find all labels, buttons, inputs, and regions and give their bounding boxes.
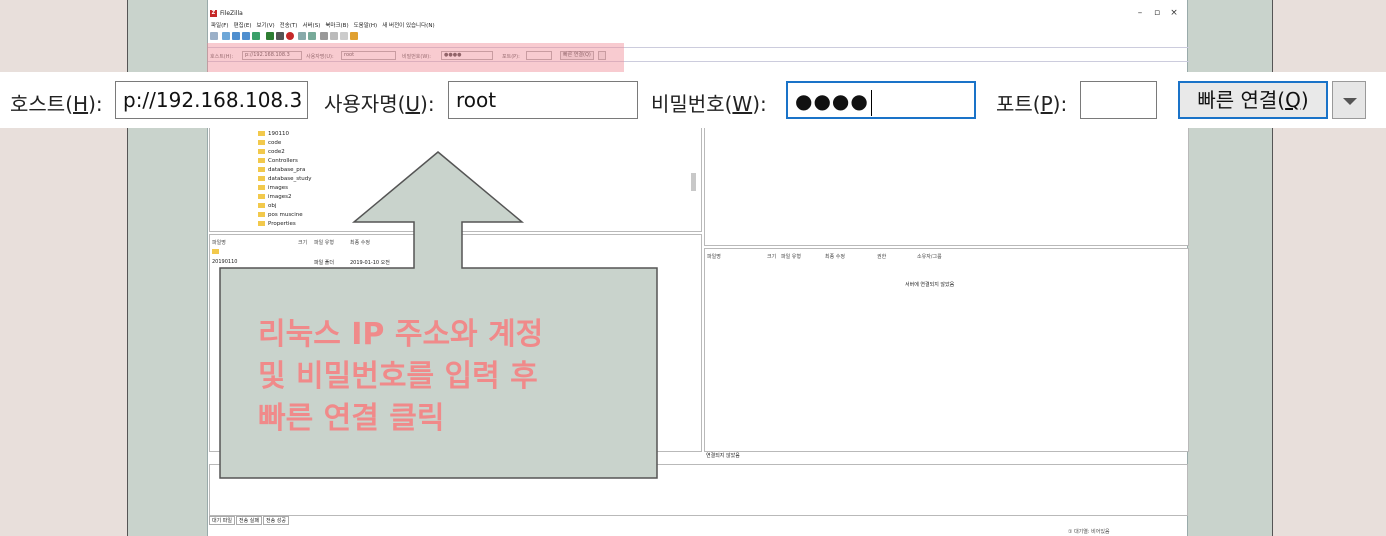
tab-queued-files[interactable]: 대기 파일	[209, 516, 235, 525]
callout-instruction: 리눅스 IP 주소와 계정 및 비밀번호를 입력 후 빠른 연결 클릭	[258, 314, 648, 440]
window-title: FileZilla	[220, 10, 243, 17]
menu-bookmarks[interactable]: 북마크(B)	[325, 21, 348, 29]
port-label: 포트(P):	[996, 92, 1068, 116]
menu-new-version[interactable]: 새 버전이 있습니다(N)	[382, 21, 434, 29]
callout-line: 빠른 연결 클릭	[258, 401, 445, 436]
quickconnect-highlight	[207, 43, 624, 74]
refresh-icon[interactable]	[266, 32, 274, 40]
col-permissions[interactable]: 권한	[877, 253, 886, 260]
minimize-button[interactable]: –	[1132, 8, 1148, 18]
maximize-button[interactable]: ▫	[1149, 8, 1165, 18]
close-button[interactable]: ×	[1166, 8, 1182, 18]
title-bar: Z FileZilla – ▫ ×	[208, 0, 1189, 20]
menu-view[interactable]: 보기(V)	[256, 21, 274, 29]
callout-line: 및 비밀번호를 입력 후	[258, 359, 538, 394]
queue-status: ① 대기열: 비어있음	[1068, 529, 1110, 535]
remote-file-list: 파일명 크기 파일 유형 최종 수정 권한 소유자/그룹 서버에 연결되지 않았…	[704, 248, 1189, 452]
tree-scrollbar-thumb[interactable]	[691, 173, 696, 191]
col-modified[interactable]: 최종 수정	[825, 253, 845, 260]
username-input[interactable]: root	[448, 81, 638, 119]
menu-file[interactable]: 파일(F)	[211, 21, 229, 29]
host-input[interactable]: p://192.168.108.3	[115, 81, 308, 119]
toolbar	[210, 32, 410, 42]
quickconnect-bar-zoomed: 호스트(H): p://192.168.108.3 사용자명(U): root …	[0, 72, 1386, 128]
tree-item[interactable]: 190110	[258, 131, 289, 137]
text-caret	[870, 89, 872, 116]
site-manager-icon[interactable]	[210, 32, 218, 40]
menu-bar: 파일(F) 편집(E) 보기(V) 전송(T) 서버(S) 북마크(B) 도움말(H) 새 버…	[208, 21, 1189, 31]
col-size[interactable]: 크기	[767, 253, 776, 260]
reconnect-icon[interactable]	[308, 32, 316, 40]
host-label: 호스트(H):	[10, 92, 103, 116]
tab-successful-transfers[interactable]: 전송 성공	[263, 516, 289, 525]
port-input[interactable]	[1080, 81, 1157, 119]
toggle-remote-tree-icon[interactable]	[242, 32, 250, 40]
password-label: 비밀번호(W):	[651, 92, 767, 116]
password-value: ●●●●	[795, 89, 869, 113]
filter-icon[interactable]	[320, 32, 328, 40]
not-connected-message: 서버에 연결되지 않았음	[905, 282, 955, 288]
menu-help[interactable]: 도움말(H)	[354, 21, 378, 29]
search-icon[interactable]	[350, 32, 358, 40]
col-owner[interactable]: 소유자/그룹	[917, 253, 942, 260]
username-label: 사용자명(U):	[324, 92, 435, 116]
remote-tree-panel	[704, 126, 1189, 246]
filezilla-logo-icon: Z	[210, 10, 217, 17]
password-input[interactable]: ●●●●	[786, 81, 976, 119]
toggle-local-tree-icon[interactable]	[232, 32, 240, 40]
quickconnect-button[interactable]: 빠른 연결(Q)	[1178, 81, 1328, 119]
tree-item[interactable]: code	[258, 140, 281, 146]
queue-tabs: 대기 파일 전송 실패 전송 성공	[209, 516, 290, 526]
compare-icon[interactable]	[330, 32, 338, 40]
cancel-icon[interactable]	[286, 32, 294, 40]
menu-server[interactable]: 서버(S)	[302, 21, 320, 29]
quickconnect-dropdown-button[interactable]	[1332, 81, 1366, 119]
tab-failed-transfers[interactable]: 전송 실패	[236, 516, 262, 525]
process-queue-icon[interactable]	[276, 32, 284, 40]
toggle-queue-icon[interactable]	[252, 32, 260, 40]
col-filename[interactable]: 파일명	[707, 253, 721, 260]
callout-line: 리눅스 IP 주소와 계정	[258, 317, 544, 352]
menu-edit[interactable]: 편집(E)	[234, 21, 252, 29]
sync-browse-icon[interactable]	[340, 32, 348, 40]
col-type[interactable]: 파일 유형	[781, 253, 801, 260]
toggle-log-icon[interactable]	[222, 32, 230, 40]
remote-status: 연결되지 않았음	[706, 453, 740, 459]
disconnect-icon[interactable]	[298, 32, 306, 40]
menu-transfer[interactable]: 전송(T)	[280, 21, 298, 29]
